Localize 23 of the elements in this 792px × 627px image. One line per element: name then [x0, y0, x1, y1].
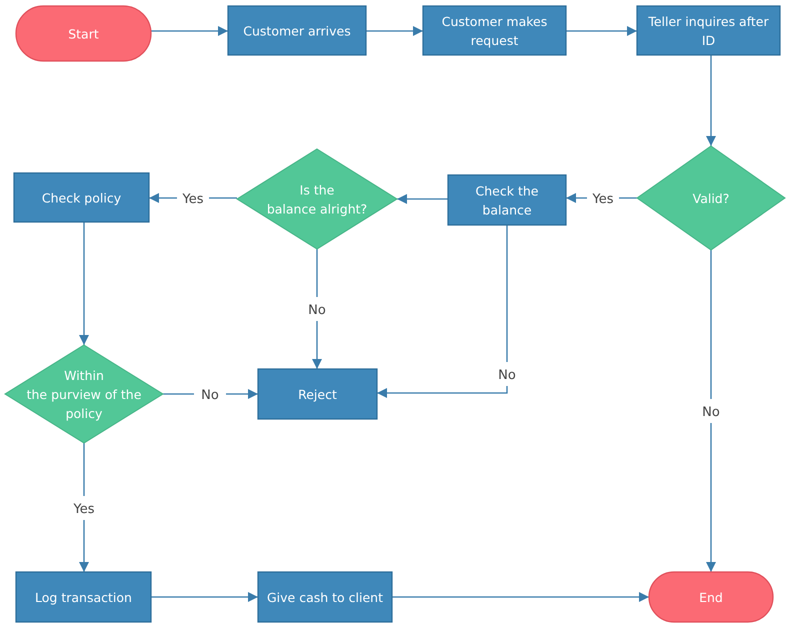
process-box: Customer arrives: [227, 5, 367, 56]
edge-label: No: [702, 405, 720, 420]
decision-diamond: Is the balance alright?: [236, 148, 398, 250]
edge-label: Yes: [182, 192, 204, 207]
process-box: Reject: [257, 368, 378, 420]
connector-arrow: [566, 26, 637, 36]
terminal-node: Start: [15, 5, 152, 62]
edge-label: No: [308, 303, 326, 318]
decision-diamond: Within the purview of the policy: [4, 344, 164, 444]
process-box: Log transaction: [15, 571, 152, 623]
edge-label: No: [498, 368, 516, 383]
edge-label: No: [201, 388, 219, 403]
process-box: Check policy: [13, 172, 150, 223]
connector-arrow: [397, 194, 448, 204]
process-box: Check the balance: [447, 174, 567, 226]
terminal-node: End: [648, 571, 774, 623]
connector-arrow: [366, 26, 423, 36]
process-box: Give cash to client: [257, 571, 393, 623]
edge-label: Yes: [74, 502, 94, 517]
process-box: Teller inquires after ID: [636, 5, 781, 56]
edge-label: Yes: [592, 192, 614, 207]
process-box: Customer makes request: [422, 5, 567, 56]
decision-diamond: Valid?: [636, 145, 786, 251]
